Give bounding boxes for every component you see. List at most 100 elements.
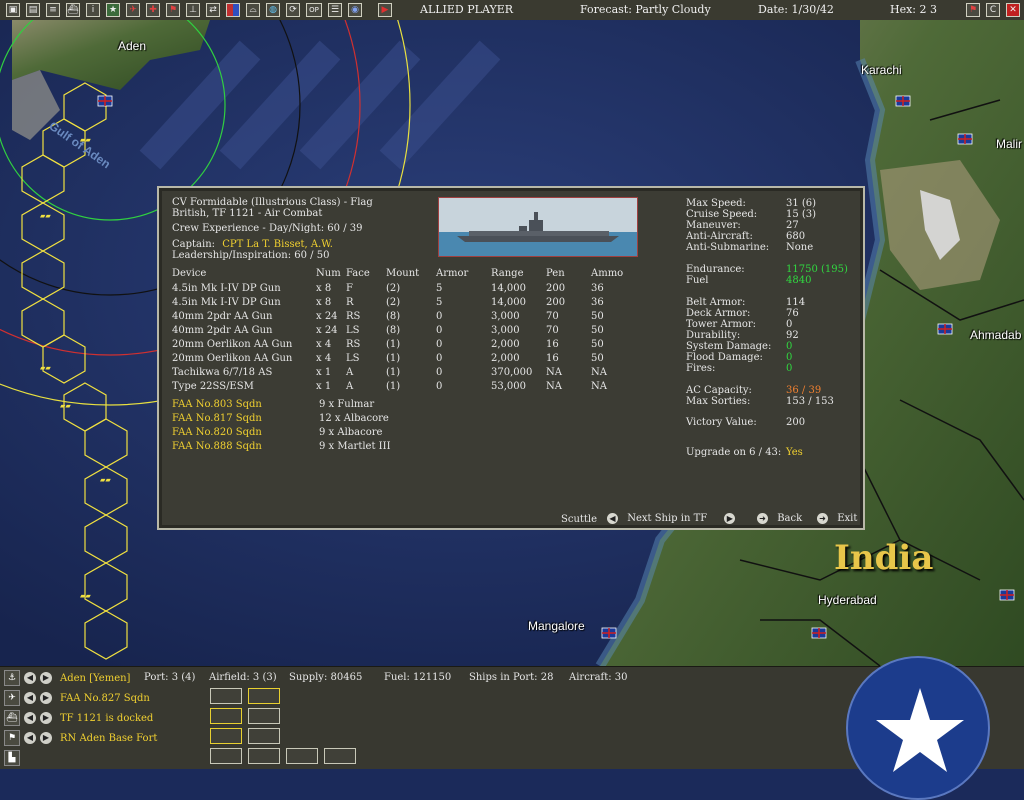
- play-icon[interactable]: ▶: [378, 3, 392, 17]
- info-row-label[interactable]: Aden [Yemen]: [60, 673, 130, 684]
- device-cell-range: 14,000: [491, 283, 526, 294]
- device-cell-device[interactable]: Tachikwa 6/7/18 AS: [172, 367, 272, 379]
- transfer-icon[interactable]: ⇄: [206, 3, 220, 17]
- list-icon[interactable]: ≡: [46, 3, 60, 17]
- map-label-malir[interactable]: Malir: [996, 137, 1022, 151]
- save-icon[interactable]: ▣: [6, 3, 20, 17]
- prev-arrow-icon[interactable]: ◀: [24, 732, 36, 744]
- next-arrow-icon[interactable]: ▶: [724, 513, 736, 524]
- upgrade-value[interactable]: Yes: [786, 447, 803, 459]
- squadron-aircraft: 9 x Fulmar: [319, 399, 375, 410]
- device-cell-range: 2,000: [491, 339, 520, 350]
- next-arrow-icon[interactable]: ▶: [40, 672, 52, 684]
- air-unit-icon-2[interactable]: [248, 688, 280, 704]
- disk-icon[interactable]: ◉: [348, 3, 362, 17]
- next-ship-label[interactable]: Next Ship in TF: [627, 513, 707, 524]
- device-cell-device[interactable]: Type 22SS/ESM: [172, 381, 254, 393]
- next-arrow-icon[interactable]: ▶: [40, 692, 52, 704]
- exit-label[interactable]: Exit: [837, 513, 857, 524]
- color-icon[interactable]: [226, 3, 240, 17]
- base-unit-icon-1[interactable]: [210, 748, 242, 764]
- squadron-name[interactable]: FAA No.888 Sqdn: [172, 441, 262, 453]
- base-unit-icon-4[interactable]: [324, 748, 356, 764]
- device-cell-device[interactable]: 40mm 2pdr AA Gun: [172, 311, 272, 323]
- back-button[interactable]: ➜ Back: [757, 513, 802, 525]
- refresh-icon[interactable]: ⟳: [286, 3, 300, 17]
- device-cell-armor: 5: [436, 283, 443, 294]
- air-unit-icon-1[interactable]: [210, 688, 242, 704]
- ship-icon[interactable]: ⛴: [4, 710, 20, 726]
- ship-unit-icon-2[interactable]: [248, 708, 280, 724]
- captain-label: Captain:: [172, 239, 216, 250]
- map-label-aden[interactable]: Aden: [118, 39, 146, 53]
- device-cell-range: 370,000: [491, 367, 533, 378]
- device-cell-mount: (8): [386, 325, 401, 336]
- prev-arrow-icon[interactable]: ◀: [24, 672, 36, 684]
- ship-icon[interactable]: ⛴: [66, 3, 80, 17]
- menu-icon[interactable]: ☰: [328, 3, 342, 17]
- header-device: Device: [172, 268, 207, 279]
- back-label[interactable]: Back: [777, 513, 802, 524]
- close-icon[interactable]: ✕: [1006, 3, 1020, 17]
- next-arrow-icon[interactable]: ▶: [40, 712, 52, 724]
- info-row-label[interactable]: FAA No.827 Sqdn: [60, 693, 150, 704]
- factory-icon[interactable]: ▙: [4, 750, 20, 766]
- max-sorties-value: 153 / 153: [786, 396, 834, 407]
- device-cell-pen: 16: [546, 339, 559, 350]
- chart-icon[interactable]: ⊥: [186, 3, 200, 17]
- next-ship-control[interactable]: ◀ Next Ship in TF ▶: [607, 513, 736, 525]
- map-label-mangalore[interactable]: Mangalore: [528, 619, 585, 633]
- scuttle-button[interactable]: Scuttle: [561, 514, 597, 526]
- ship-detail-dialog: CV Formidable (Illustrious Class) - Flag…: [157, 186, 865, 530]
- date-label: Date: 1/30/42: [758, 3, 834, 16]
- info-row-label[interactable]: RN Aden Base Fort: [60, 733, 157, 744]
- prev-arrow-icon[interactable]: ◀: [607, 513, 618, 524]
- flag-toggle-icon[interactable]: ⚑: [966, 3, 980, 17]
- device-cell-device[interactable]: 4.5in Mk I-IV DP Gun: [172, 297, 281, 309]
- flag-icon[interactable]: ⚑: [166, 3, 180, 17]
- base-unit-icon-3[interactable]: [286, 748, 318, 764]
- device-cell-pen: NA: [546, 381, 562, 392]
- next-arrow-icon[interactable]: ▶: [40, 732, 52, 744]
- map-label-ahmadabad[interactable]: Ahmadab: [970, 328, 1021, 342]
- device-cell-mount: (2): [386, 297, 401, 308]
- info-row: ⛴ ◀ ▶ TF 1121 is docked: [0, 709, 153, 727]
- flag-icon[interactable]: ⚑: [4, 730, 20, 746]
- c-button[interactable]: C: [986, 3, 1000, 17]
- air-icon[interactable]: ✈: [126, 3, 140, 17]
- header-armor: Armor: [436, 268, 469, 279]
- op-button[interactable]: OP: [306, 3, 322, 17]
- map-label-hyderabad[interactable]: Hyderabad: [818, 593, 877, 607]
- victory-label: Victory Value:: [686, 417, 757, 428]
- squadron-name[interactable]: FAA No.803 Sqdn: [172, 399, 262, 411]
- sub-icon[interactable]: ⌓: [246, 3, 260, 17]
- prev-arrow-icon[interactable]: ◀: [24, 712, 36, 724]
- squadron-name[interactable]: FAA No.817 Sqdn: [172, 413, 262, 425]
- device-cell-face: LS: [346, 353, 360, 364]
- target-icon[interactable]: ✚: [146, 3, 160, 17]
- squadron-name[interactable]: FAA No.820 Sqdn: [172, 427, 262, 439]
- fuel-label: Fuel: [686, 275, 709, 286]
- base-unit-icon-2[interactable]: [248, 748, 280, 764]
- device-cell-device[interactable]: 20mm Oerlikon AA Gun: [172, 353, 292, 365]
- land-unit-icon-1[interactable]: [210, 728, 242, 744]
- prev-arrow-icon[interactable]: ◀: [24, 692, 36, 704]
- device-cell-ammo: 36: [591, 283, 604, 294]
- device-cell-device[interactable]: 20mm Oerlikon AA Gun: [172, 339, 292, 351]
- exit-button[interactable]: ➜ Exit: [817, 513, 857, 525]
- globe-icon[interactable]: ◍: [266, 3, 280, 17]
- info-row-label[interactable]: TF 1121 is docked: [60, 713, 153, 724]
- base-icon[interactable]: ⚓: [4, 670, 20, 686]
- ship-unit-icon-1[interactable]: [210, 708, 242, 724]
- device-cell-num: x 4: [316, 353, 332, 364]
- land-unit-icon-2[interactable]: [248, 728, 280, 744]
- star-icon[interactable]: ★: [106, 3, 120, 17]
- report-icon[interactable]: ▤: [26, 3, 40, 17]
- map-label-karachi[interactable]: Karachi: [861, 63, 902, 77]
- device-cell-device[interactable]: 4.5in Mk I-IV DP Gun: [172, 283, 281, 295]
- device-cell-device[interactable]: 40mm 2pdr AA Gun: [172, 325, 272, 337]
- captain-name[interactable]: CPT La T. Bisset, A.W.: [222, 239, 333, 250]
- info-icon[interactable]: i: [86, 3, 100, 17]
- aircraft-icon[interactable]: ✈: [4, 690, 20, 706]
- device-cell-face: F: [346, 283, 353, 294]
